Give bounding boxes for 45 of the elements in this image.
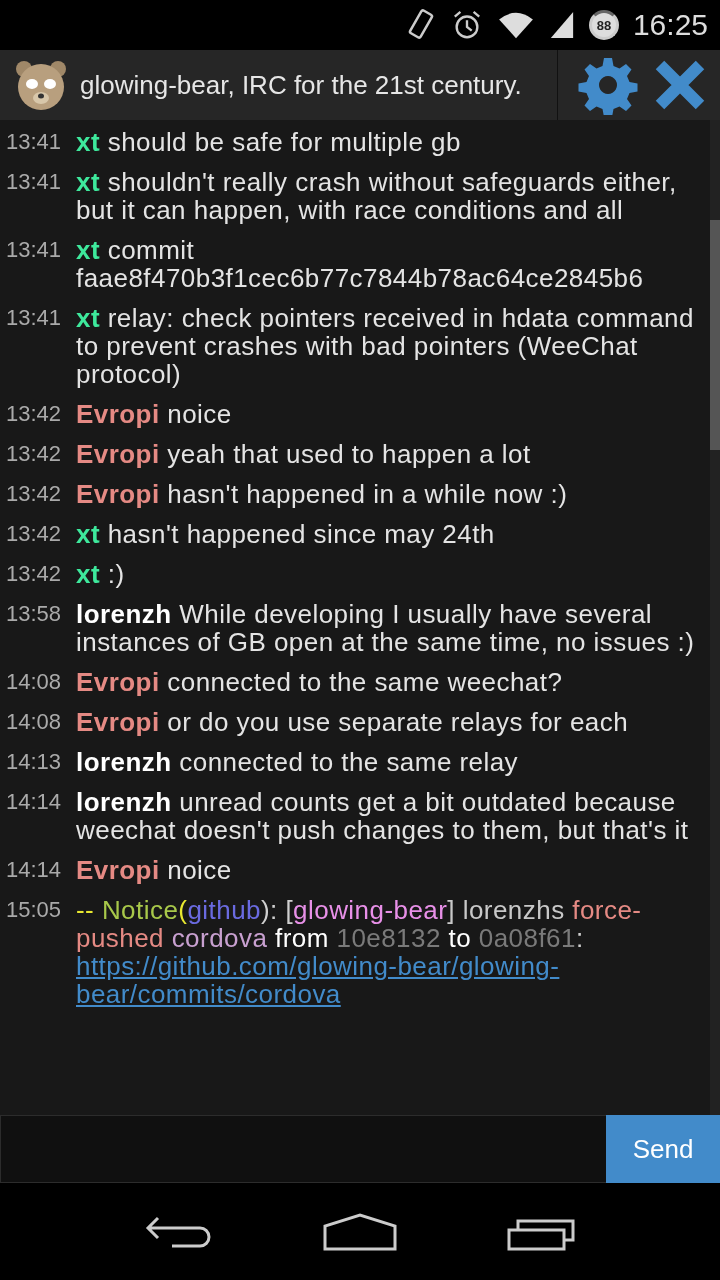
- chat-message: xt should be safe for multiple gb: [76, 128, 462, 156]
- timestamp: 13:42: [6, 560, 63, 588]
- timestamp: 14:08: [6, 708, 63, 736]
- chat-message: Evropi connected to the same weechat?: [76, 668, 564, 696]
- timestamp: 14:13: [6, 748, 63, 776]
- chat-message: Evropi yeah that used to happen a lot: [76, 440, 532, 468]
- timestamp: 13:41: [6, 236, 63, 264]
- timestamp: 13:41: [6, 304, 63, 332]
- timestamp: 13:41: [6, 168, 63, 196]
- chat-message: Evropi noice: [76, 400, 233, 428]
- chat-message: Evropi or do you use separate relays for each: [76, 708, 630, 736]
- bear-icon: [14, 58, 68, 112]
- timestamp: 14:14: [6, 788, 63, 816]
- chat-message: lorenzh While developing I usually have several instances of GB open at the same time, no issues :): [76, 600, 696, 656]
- home-icon[interactable]: [322, 1211, 398, 1252]
- battery-level: 88: [596, 17, 612, 33]
- scrollbar[interactable]: [710, 120, 720, 1115]
- app-title: glowing-bear, IRC for the 21st century.: [80, 69, 523, 101]
- timestamp: 14:14: [6, 856, 63, 884]
- timestamp: 13:42: [6, 400, 63, 428]
- timestamp: 13:42: [6, 480, 63, 508]
- chat-message: lorenzh connected to the same relay: [76, 748, 520, 776]
- timestamp: 14:08: [6, 668, 63, 696]
- close-icon[interactable]: [654, 59, 706, 111]
- chat-message: xt commit faae8f470b3f1cec6b77c7844b78ac64ce2845b6: [76, 236, 645, 292]
- timestamp: 13:42: [6, 440, 63, 468]
- timestamp: 13:42: [6, 520, 63, 548]
- settings-icon[interactable]: [578, 55, 638, 115]
- timestamp: 15:05: [6, 896, 63, 924]
- signal-icon: [548, 10, 575, 40]
- timestamp: 13:41: [6, 128, 63, 156]
- chat-message: xt relay: check pointers received in hdata command to prevent crashes with bad pointers (WeeChat protocol): [76, 304, 695, 388]
- link[interactable]: https://github.com/glowing-bear/glowing-bear/commits/cordova: [76, 952, 696, 1008]
- clock: 16:25: [632, 8, 708, 42]
- chat-message: xt shouldn't really crash without safeguards either, but it can happen, with race conditions and all: [76, 168, 678, 224]
- chat-message: Evropi noice: [76, 856, 233, 884]
- notice-message: -- Notice(github): [glowing-bear] lorenzhs force-pushed cordova from 10e8132 to 0a08f61: https://github.com/glowing-bear/glowing-bear/commits/cordova: [76, 896, 710, 1008]
- chat-message: lorenzh unread counts get a bit outdated because weechat doesn't push changes to them, but that's it: [76, 788, 690, 844]
- chat-message: Evropi hasn't happened in a while now :): [76, 480, 569, 508]
- message-input[interactable]: [0, 1115, 606, 1183]
- wifi-icon: [496, 10, 535, 40]
- timestamp: 13:58: [6, 600, 63, 628]
- chat-message: xt hasn't happened since may 24th: [76, 520, 496, 548]
- send-button[interactable]: Send: [606, 1115, 720, 1183]
- chat-message: xt :): [76, 560, 126, 588]
